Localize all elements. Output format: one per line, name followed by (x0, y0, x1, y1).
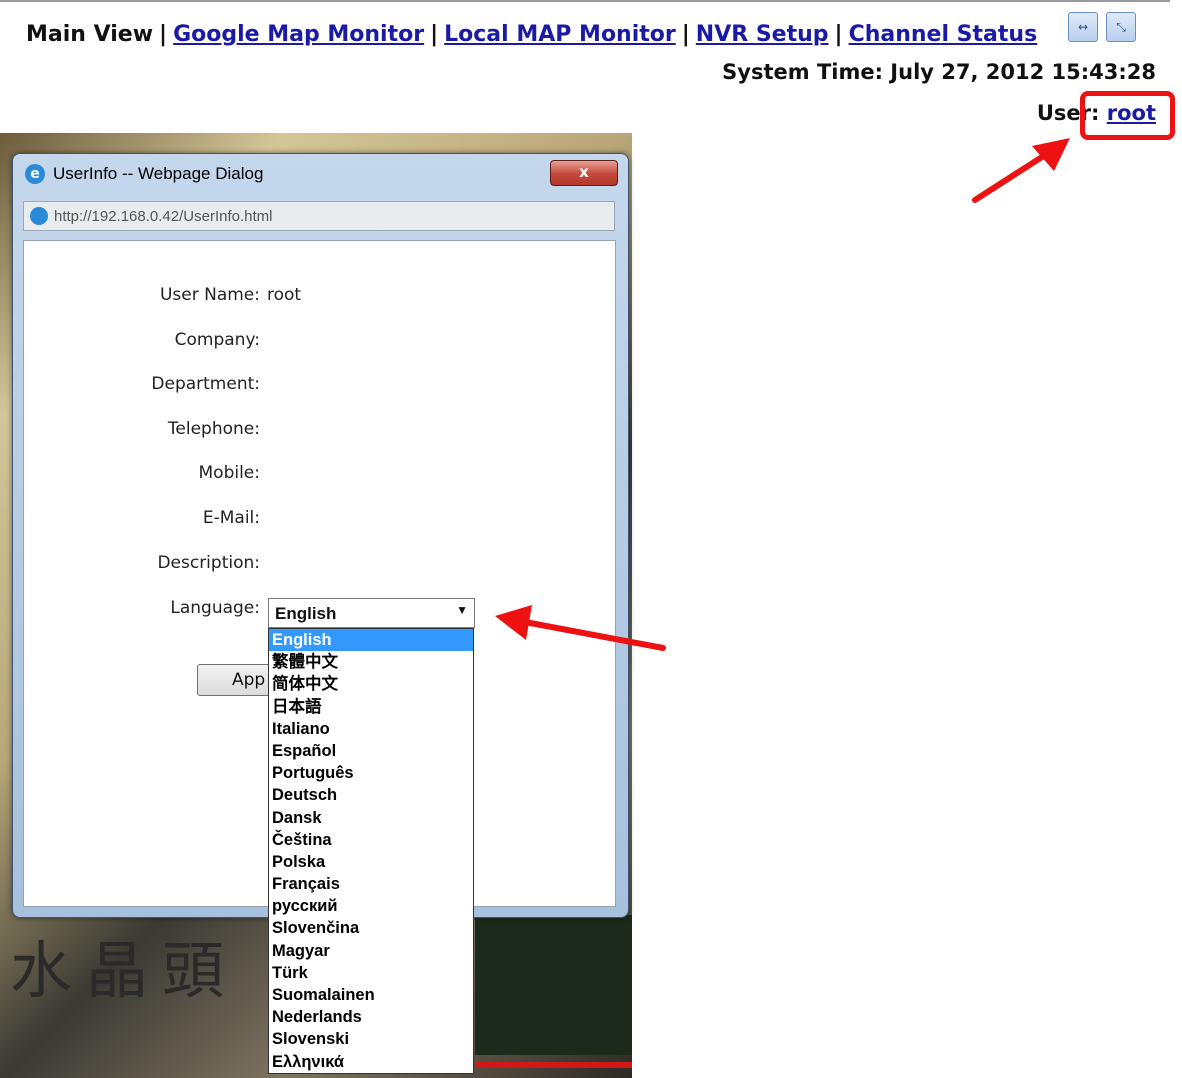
annotation-arrow-user (972, 138, 1070, 203)
annotation-arrows (495, 138, 1070, 651)
annotation-arrow-language (495, 605, 666, 651)
